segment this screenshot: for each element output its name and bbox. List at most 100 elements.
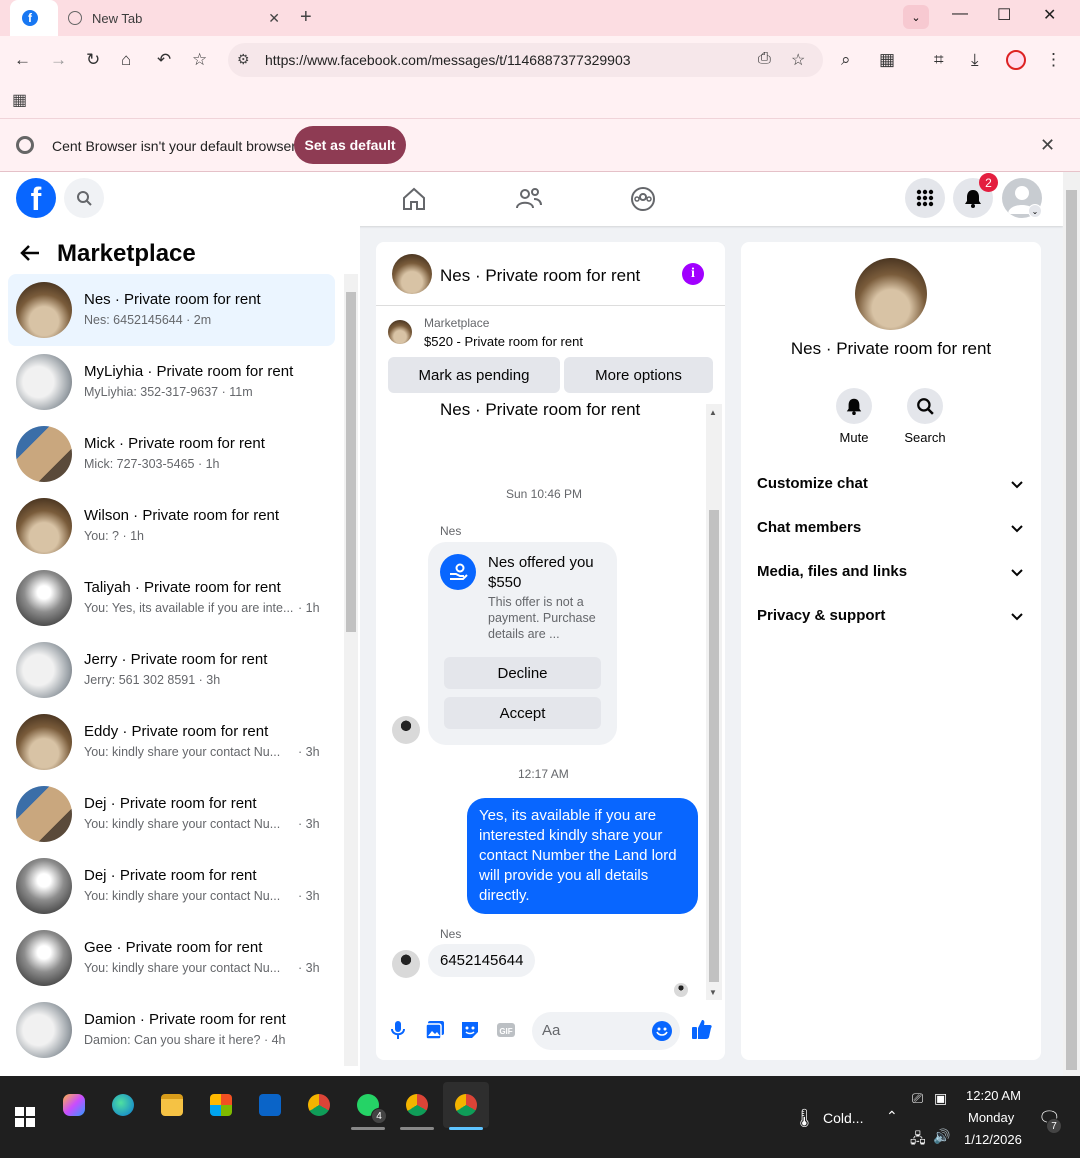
home-nav-icon[interactable] [399, 184, 429, 214]
conversation-item[interactable]: Nes · Private room for rent Nes: 64521456… [8, 274, 335, 346]
network-icon[interactable]: 🖧 [910, 1128, 926, 1152]
outlook-app[interactable] [247, 1082, 293, 1128]
conversation-item[interactable]: Taliyah · Private room for rent You: Yes,… [8, 562, 335, 634]
conversation-item[interactable]: Damion · Private room for rent Damion: Ca… [8, 994, 335, 1066]
outgoing-message[interactable]: Yes, its available if you are interested… [467, 798, 698, 914]
tab-close-icon[interactable]: ✕ [268, 10, 280, 27]
apps-grid-icon[interactable]: ▦ [12, 90, 27, 110]
conversation-item[interactable]: Mick · Private room for rent Mick: 727-30… [8, 418, 335, 490]
thumbs-up-icon[interactable] [691, 1018, 713, 1043]
conversation-item[interactable]: Gee · Private room for rent You: kindly s… [8, 922, 335, 994]
sidebar-scrollbar[interactable] [344, 274, 358, 1066]
scrollbar-thumb[interactable] [709, 510, 719, 982]
facebook-logo-icon[interactable]: f [16, 178, 56, 218]
sender-avatar[interactable] [392, 950, 420, 978]
info-row-chat-members[interactable]: Chat members [749, 508, 1033, 548]
thermometer-icon[interactable]: 🌡 [793, 1108, 816, 1129]
chat-title[interactable]: Nes · Private room for rent [440, 266, 640, 286]
chrome-app[interactable] [296, 1082, 342, 1128]
scrollbar-thumb[interactable] [346, 292, 356, 632]
copilot-app[interactable] [51, 1082, 97, 1128]
chevron-up-icon[interactable]: ⌃ [886, 1108, 898, 1125]
conversation-item[interactable]: MyLiyhia · Private room for rent MyLiyhia… [8, 346, 335, 418]
conversation-item[interactable]: Jerry · Private room for rent Jerry: 561 … [8, 634, 335, 706]
conversation-item[interactable]: Wilson · Private room for rent You: ? · 1… [8, 490, 335, 562]
conversation-item[interactable]: Dej · Private room for rent You: kindly s… [8, 778, 335, 850]
scrollbar-thumb[interactable] [1066, 190, 1077, 1070]
volume-icon[interactable]: 🔊 [933, 1128, 950, 1145]
conversation-item[interactable]: Eddy · Private room for rent You: kindly … [8, 706, 335, 778]
infobar-close-icon[interactable]: ✕ [1040, 135, 1055, 156]
info-row-media-files-and-links[interactable]: Media, files and links [749, 552, 1033, 592]
incoming-message[interactable]: 6452145644 [428, 944, 536, 977]
more-options-button[interactable]: More options [564, 357, 713, 393]
scroll-up-icon[interactable]: ▲ [709, 408, 717, 417]
chat-avatar[interactable] [392, 254, 432, 294]
address-star-icon[interactable]: ☆ [791, 50, 805, 70]
screen-capture-icon[interactable]: ▣ [934, 1090, 947, 1107]
set-as-default-button[interactable]: Set as default [294, 126, 406, 164]
groups-nav-icon[interactable] [628, 184, 658, 214]
tab-new-tab[interactable]: New Tab ✕ [56, 0, 292, 36]
sender-avatar[interactable] [392, 716, 420, 744]
qr-code-icon[interactable]: ▦ [879, 50, 895, 70]
maximize-button[interactable]: ☐ [997, 5, 1011, 25]
menu-grid-button[interactable] [905, 178, 945, 218]
browser-app-2[interactable] [443, 1082, 489, 1130]
undo-close-tab-icon[interactable]: ↶ [157, 50, 171, 70]
crop-icon[interactable]: ⌗ [934, 50, 944, 70]
home-icon[interactable]: ⌂ [121, 50, 131, 70]
accept-button[interactable]: Accept [444, 697, 601, 729]
conversation-thumbnail [16, 714, 72, 770]
address-bar[interactable]: ⚙ https://www.facebook.com/messages/t/11… [228, 43, 823, 77]
sticker-icon[interactable] [460, 1020, 480, 1043]
file-explorer-app[interactable] [149, 1082, 195, 1128]
bookmark-star-icon[interactable]: ☆ [192, 50, 207, 70]
search-icon[interactable]: ⌕ [841, 50, 851, 70]
weather-text[interactable]: Cold... [823, 1110, 863, 1126]
start-button[interactable] [2, 1094, 48, 1140]
conversation-item[interactable]: Dej · Private room for rent You: kindly s… [8, 850, 335, 922]
browser-profile-icon[interactable] [1006, 50, 1026, 70]
info-row-privacy-support[interactable]: Privacy & support [749, 596, 1033, 636]
friends-nav-icon[interactable] [514, 184, 544, 214]
meet-now-icon[interactable]: ⎚ [912, 1090, 923, 1107]
store-app[interactable] [198, 1082, 244, 1128]
info-icon[interactable]: i [682, 263, 704, 285]
offer-hand-icon [440, 554, 476, 590]
message-input[interactable]: Aa [532, 1012, 680, 1050]
chat-scrollbar[interactable]: ▲ ▼ [706, 404, 722, 1000]
mute-button[interactable]: Mute [824, 388, 884, 445]
gif-icon[interactable]: GIF [496, 1020, 516, 1043]
clock-time[interactable]: 12:20 AM [966, 1088, 1021, 1103]
whatsapp-app[interactable]: 4 [345, 1082, 391, 1130]
mark-as-pending-button[interactable]: Mark as pending [388, 357, 560, 393]
listing-title[interactable]: $520 - Private room for rent [424, 334, 583, 349]
page-scrollbar[interactable] [1063, 172, 1080, 1076]
download-icon[interactable]: ⤓ [971, 50, 979, 70]
fb-search-button[interactable] [64, 178, 104, 218]
minimize-button[interactable]: — [952, 5, 968, 23]
conversation-avatar[interactable] [855, 258, 927, 330]
menu-dots-icon[interactable]: ⋮ [1045, 50, 1062, 70]
edge-app[interactable] [100, 1082, 146, 1128]
info-row-customize-chat[interactable]: Customize chat [749, 464, 1033, 504]
scroll-down-icon[interactable]: ▼ [709, 988, 717, 997]
browser-app-1[interactable] [394, 1082, 440, 1130]
back-arrow-icon[interactable] [20, 242, 40, 268]
tab-facebook[interactable]: f [10, 0, 58, 36]
photo-icon[interactable] [425, 1020, 445, 1043]
site-info-icon[interactable]: ⚙ [237, 51, 250, 68]
emoji-icon[interactable] [652, 1021, 672, 1041]
close-window-button[interactable]: ✕ [1043, 5, 1056, 25]
microphone-icon[interactable] [390, 1020, 406, 1043]
decline-button[interactable]: Decline [444, 657, 601, 689]
forward-arrow-icon[interactable]: → [50, 50, 67, 70]
back-arrow-icon[interactable]: ← [14, 50, 31, 70]
new-tab-button[interactable]: + [300, 6, 312, 29]
chevron-down-icon[interactable]: ⌄ [1028, 204, 1042, 218]
tab-search-dropdown-button[interactable]: ⌄ [903, 5, 929, 29]
reload-icon[interactable]: ↻ [86, 50, 100, 70]
install-app-icon[interactable]: ⎙ [758, 50, 771, 68]
search-in-conversation-button[interactable]: Search [895, 388, 955, 445]
